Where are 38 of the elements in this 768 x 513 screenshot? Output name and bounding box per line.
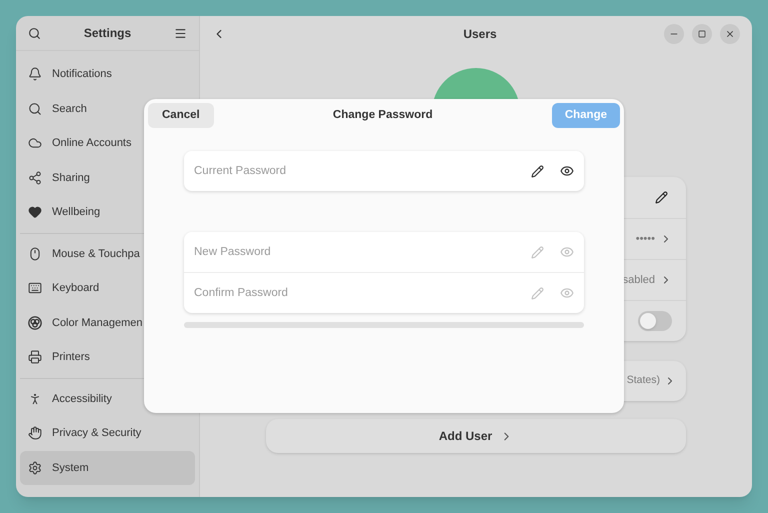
page-title: Users xyxy=(462,26,498,42)
row-value: sabled xyxy=(622,272,655,288)
sidebar-item[interactable]: Accessibility xyxy=(20,382,195,416)
toggle-switch[interactable] xyxy=(638,311,672,331)
pencil-icon[interactable] xyxy=(531,164,544,178)
sidebar-item[interactable]: Notifications xyxy=(20,57,195,92)
pencil-icon[interactable] xyxy=(655,191,668,204)
heart-icon xyxy=(28,205,42,220)
square-icon xyxy=(698,30,706,38)
printer-icon xyxy=(28,350,42,364)
sidebar-item[interactable]: System xyxy=(20,450,195,485)
maximize-button[interactable] xyxy=(692,24,712,44)
eye-icon[interactable] xyxy=(560,164,574,178)
bell-icon xyxy=(28,67,42,82)
password-input[interactable]: Current Password xyxy=(194,161,515,181)
hand-icon xyxy=(28,426,42,440)
row-value: States) xyxy=(626,373,660,388)
keyboard-icon xyxy=(28,281,42,296)
cancel-button[interactable]: Cancel xyxy=(148,103,214,128)
add-user-button[interactable]: Add User xyxy=(266,419,686,453)
sidebar-item[interactable]: Printers xyxy=(20,340,195,374)
row-value: ••••• xyxy=(636,232,655,247)
search-icon[interactable] xyxy=(28,26,41,40)
menu-icon[interactable] xyxy=(174,26,187,40)
search-icon xyxy=(28,102,42,116)
close-icon xyxy=(725,28,735,38)
sidebar-item[interactable]: Wellbeing xyxy=(20,195,195,230)
sidebar-item[interactable]: Privacy & Security xyxy=(20,416,195,450)
password-field[interactable]: Current Password xyxy=(184,151,584,191)
dialog-title: Change Password xyxy=(332,108,434,123)
cloud-icon xyxy=(28,136,42,150)
sidebar-title: Settings xyxy=(82,25,132,42)
gear-icon xyxy=(28,460,42,475)
person-icon xyxy=(28,392,42,406)
color-circles-icon xyxy=(28,316,42,330)
share-icon xyxy=(28,170,42,185)
close-button[interactable] xyxy=(720,24,740,44)
mouse-icon xyxy=(28,246,42,261)
